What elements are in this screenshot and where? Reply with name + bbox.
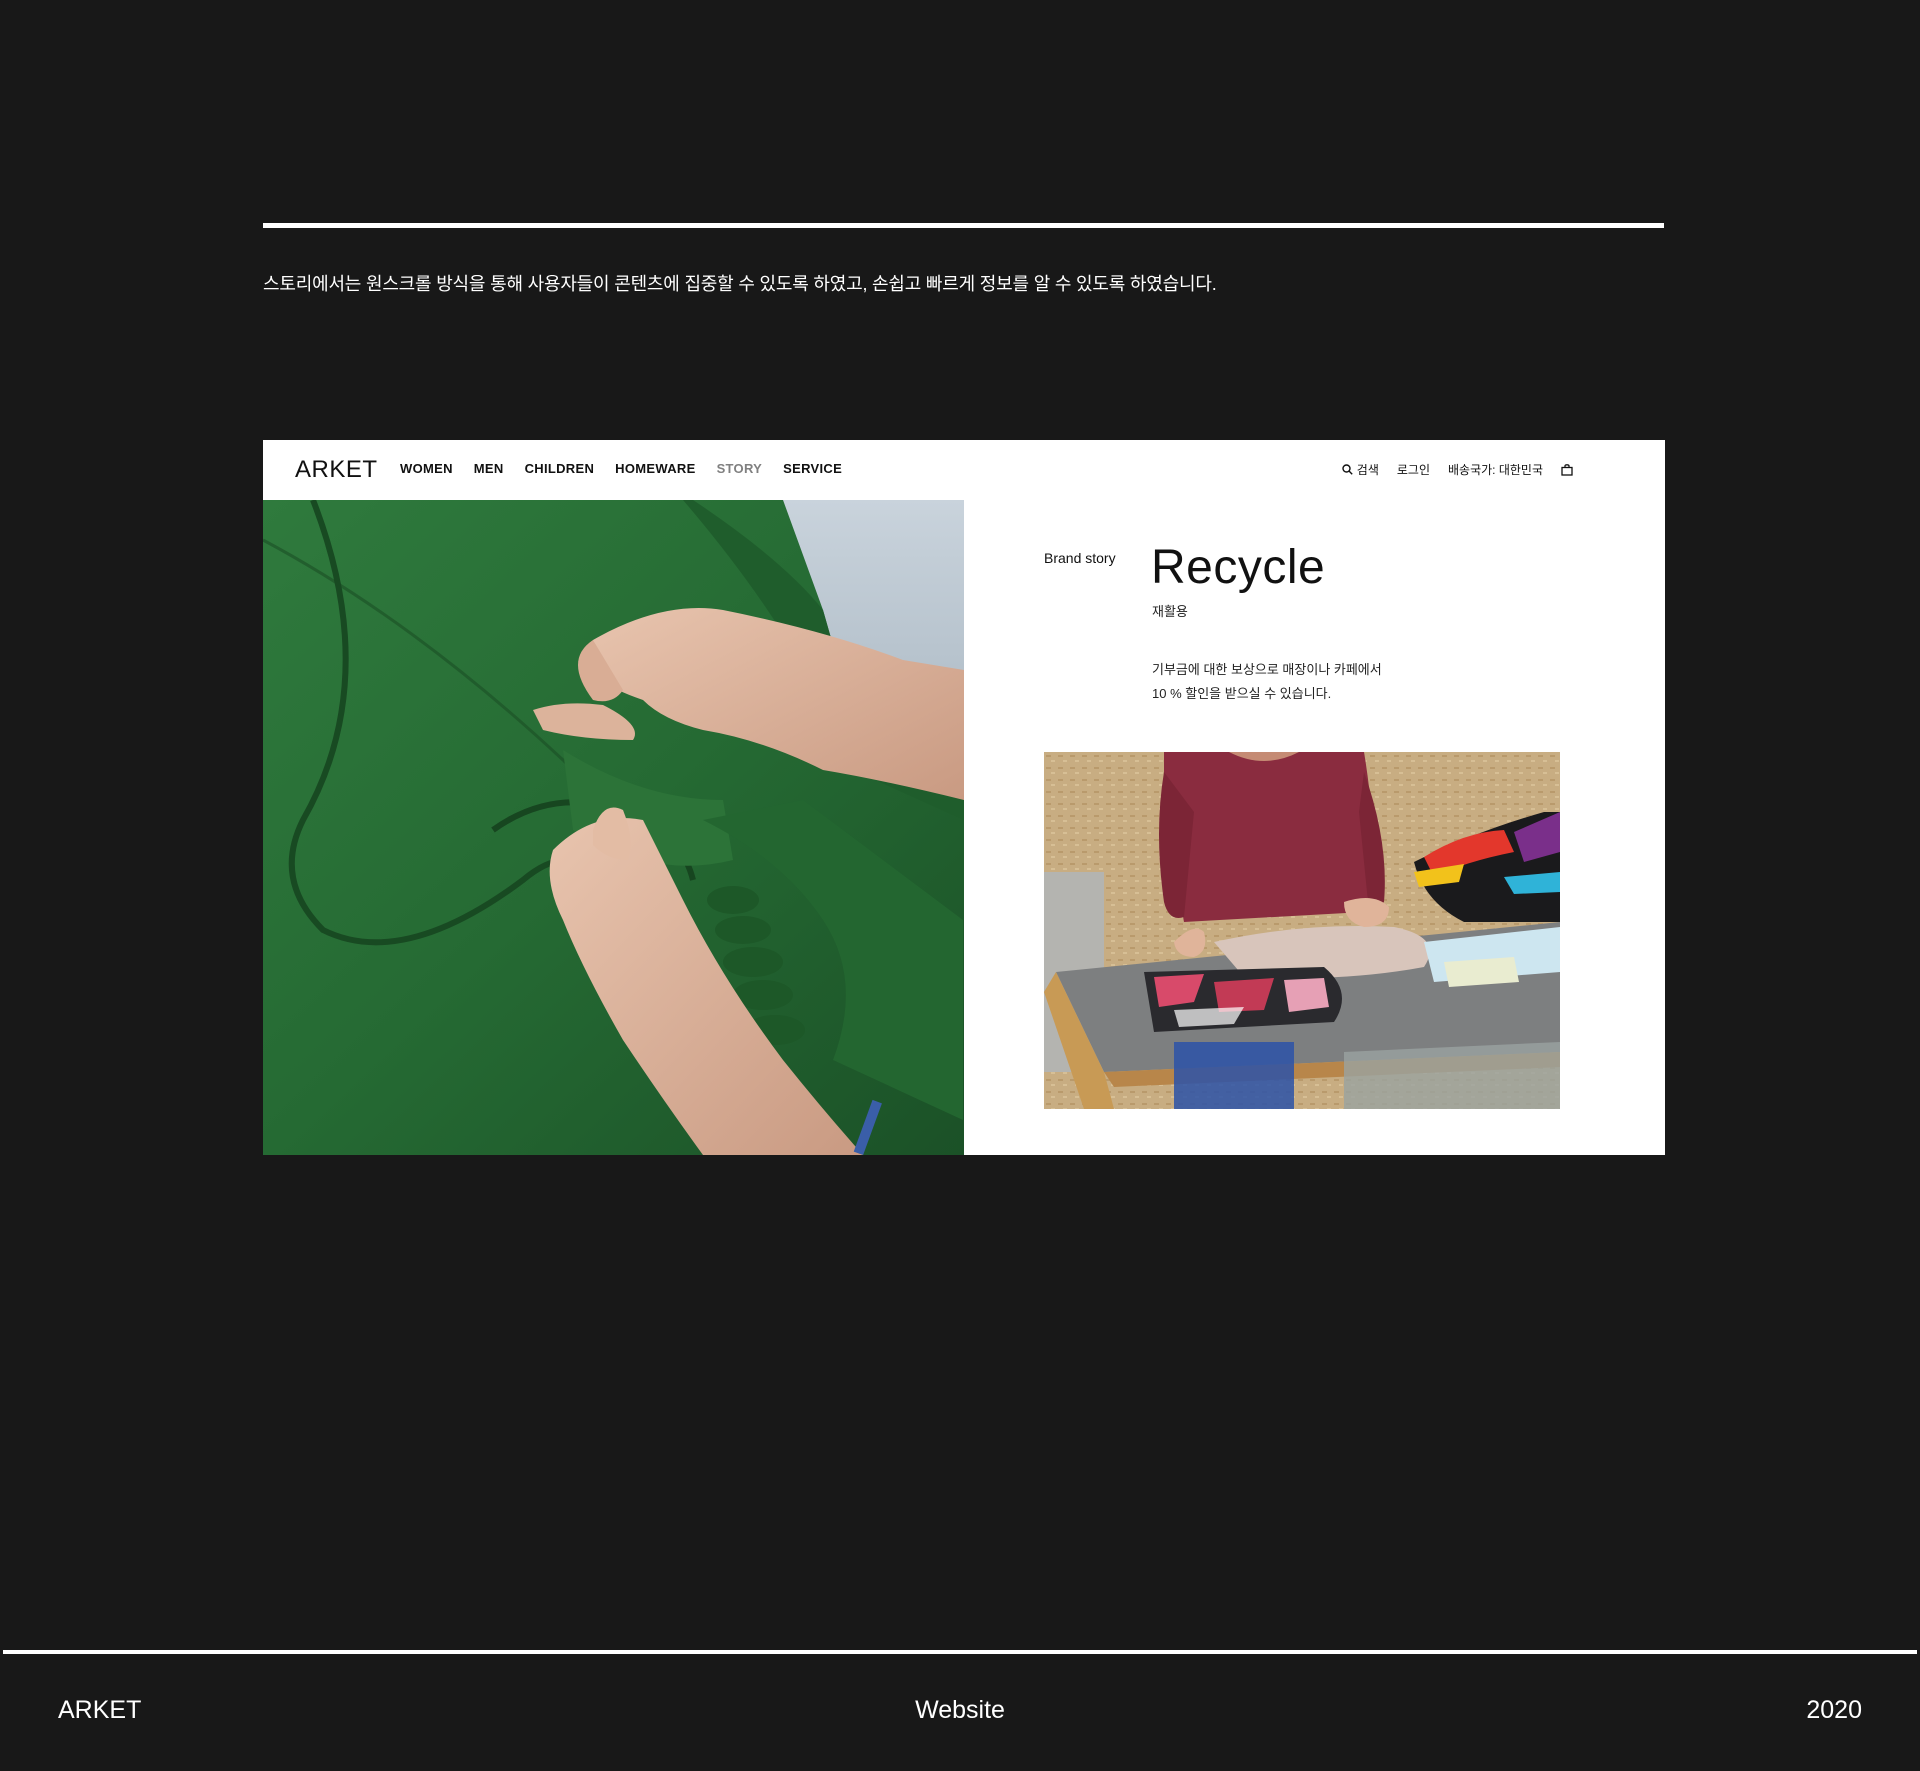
caption-text: 스토리에서는 원스크롤 방식을 통해 사용자들이 콘텐츠에 집중할 수 있도록 … [263,274,1217,294]
nav-item-women[interactable]: WOMEN [400,461,453,476]
search-icon [1342,464,1353,475]
page: 스토리에서는 원스크롤 방식을 통해 사용자들이 콘텐츠에 집중할 수 있도록 … [0,0,1920,1771]
nav-item-homeware[interactable]: HOMEWARE [615,461,695,476]
description-line-1: 기부금에 대한 보상으로 매장이나 카페에서 [1152,662,1382,677]
website-mockup: ARKET WOMEN MEN CHILDREN HOMEWARE STORY … [263,440,1665,1155]
bottom-divider [3,1650,1917,1654]
cart-button[interactable] [1561,463,1573,476]
header-utilities: 검색 로그인 배송국가: 대한민국 [1342,461,1573,478]
section-label: Brand story [1044,550,1116,566]
hero-photo-green-jacket [263,500,964,1155]
shipping-country-link[interactable]: 배송국가: 대한민국 [1448,461,1543,478]
description-line-2: 10 % 할인을 받으실 수 있습니다. [1152,686,1332,701]
shopping-bag-icon [1561,463,1573,476]
photo-sorting-clothes [1044,752,1560,1109]
main-nav: WOMEN MEN CHILDREN HOMEWARE STORY SERVIC… [400,461,842,476]
footer-year: 2020 [1806,1696,1862,1724]
nav-item-children[interactable]: CHILDREN [525,461,595,476]
story-subtitle: 재활용 [1152,604,1188,619]
nav-item-men[interactable]: MEN [474,461,504,476]
search-button[interactable]: 검색 [1342,461,1379,478]
login-link[interactable]: 로그인 [1397,461,1430,478]
nav-item-service[interactable]: SERVICE [783,461,842,476]
site-header: ARKET WOMEN MEN CHILDREN HOMEWARE STORY … [263,440,1665,500]
footer-category: Website [915,1696,1005,1724]
story-title: Recycle [1151,541,1326,594]
search-label: 검색 [1356,463,1379,477]
nav-item-story[interactable]: STORY [717,461,763,476]
top-divider [263,223,1664,228]
site-logo[interactable]: ARKET [295,456,378,484]
story-description: 기부금에 대한 보상으로 매장이나 카페에서 10 % 할인을 받으실 수 있습… [1152,658,1382,706]
